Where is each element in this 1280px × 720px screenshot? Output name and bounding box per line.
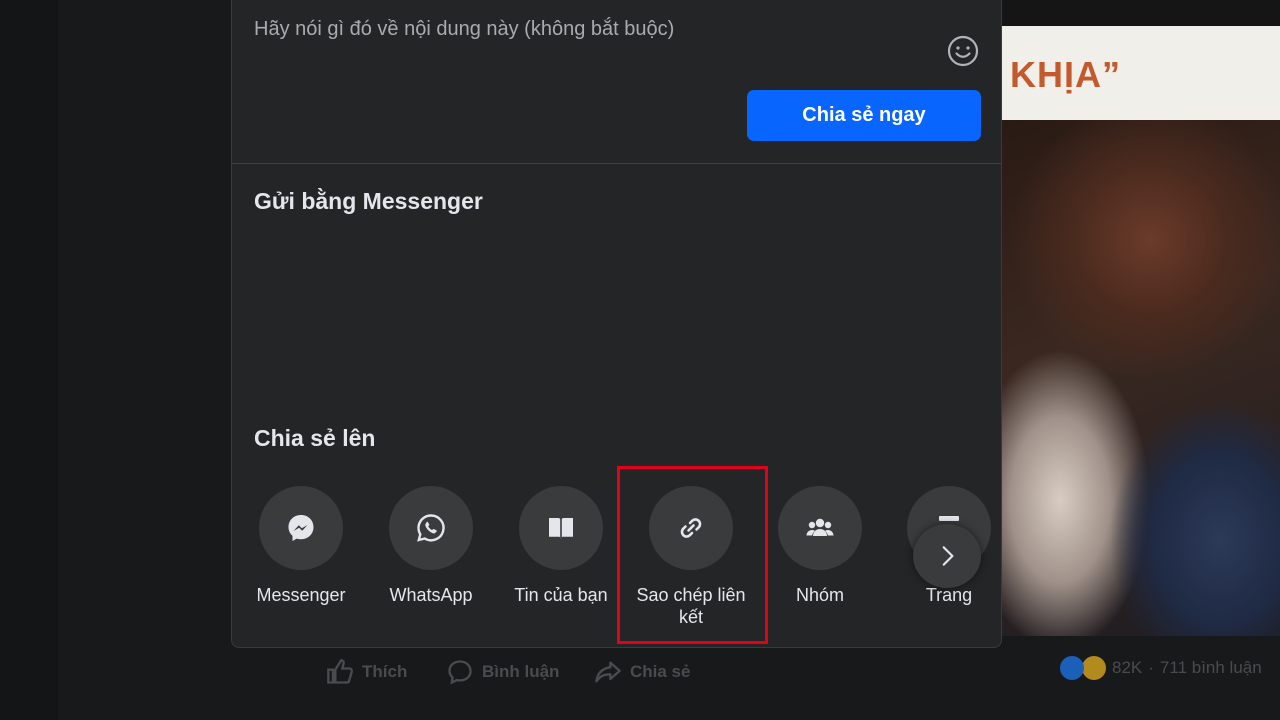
share-target-circle <box>389 486 473 570</box>
separator-dot: · <box>1148 658 1154 677</box>
share-target-group[interactable]: Nhóm <box>760 486 880 606</box>
share-to-section-title: Chia sẻ lên <box>254 425 376 451</box>
share-target-copy-link[interactable]: Sao chép liên kết <box>631 486 751 628</box>
share-target-circle <box>778 486 862 570</box>
post-media: KHỊA” <box>1000 0 1280 636</box>
share-target-circle <box>259 486 343 570</box>
like-action[interactable]: Thích <box>326 658 407 686</box>
share-target-messenger[interactable]: Messenger <box>241 486 361 606</box>
share-dialog: Hãy nói gì đó về nội dung này (không bắt… <box>231 0 1002 648</box>
group-icon <box>806 518 834 536</box>
comment-count[interactable]: 711 bình luận <box>1160 658 1262 678</box>
smiley-icon <box>947 35 979 67</box>
share-target-whatsapp[interactable]: WhatsApp <box>371 486 491 606</box>
chevron-right-icon <box>942 546 954 566</box>
reaction-count: 82K <box>1112 658 1143 677</box>
link-icon <box>680 518 702 538</box>
post-banner: KHỊA” <box>1000 26 1280 120</box>
share-label: Chia sẻ <box>630 662 691 681</box>
share-target-label: Sao chép liên kết <box>636 585 746 627</box>
post-photo <box>1000 120 1280 636</box>
share-arrow-icon <box>595 661 621 683</box>
emoji-picker-button[interactable] <box>946 34 980 68</box>
share-target-label: WhatsApp <box>389 585 473 605</box>
section-divider <box>232 163 1001 164</box>
haha-reaction-icon <box>1082 656 1106 680</box>
thumbs-up-icon <box>327 659 353 684</box>
like-reaction-icon <box>1060 656 1084 680</box>
post-banner-text: KHỊA” <box>1010 54 1121 95</box>
whatsapp-icon <box>417 514 445 542</box>
messenger-icon <box>288 515 314 541</box>
share-target-circle <box>649 486 733 570</box>
comment-label: Bình luận <box>482 662 560 681</box>
share-action[interactable]: Chia sẻ <box>594 658 690 686</box>
comment-action[interactable]: Bình luận <box>446 658 559 686</box>
scroll-next-button[interactable] <box>913 524 981 588</box>
reaction-summary[interactable]: 82K · 711 bình luận <box>1060 656 1262 680</box>
left-sidebar-background <box>0 0 58 720</box>
like-label: Thích <box>362 662 408 681</box>
share-target-label: Messenger <box>256 585 346 605</box>
messenger-section-title: Gửi bằng Messenger <box>254 188 483 214</box>
story-book-icon <box>549 518 573 539</box>
share-now-button[interactable]: Chia sẻ ngay <box>747 90 981 141</box>
share-target-label: Nhóm <box>795 585 844 605</box>
comment-bubble-icon <box>448 660 472 685</box>
share-target-story[interactable]: Tin của bạn <box>501 486 621 606</box>
share-caption-input[interactable]: Hãy nói gì đó về nội dung này (không bắt… <box>254 18 674 41</box>
share-target-label: Tin của bạn <box>514 585 608 605</box>
share-target-circle <box>519 486 603 570</box>
